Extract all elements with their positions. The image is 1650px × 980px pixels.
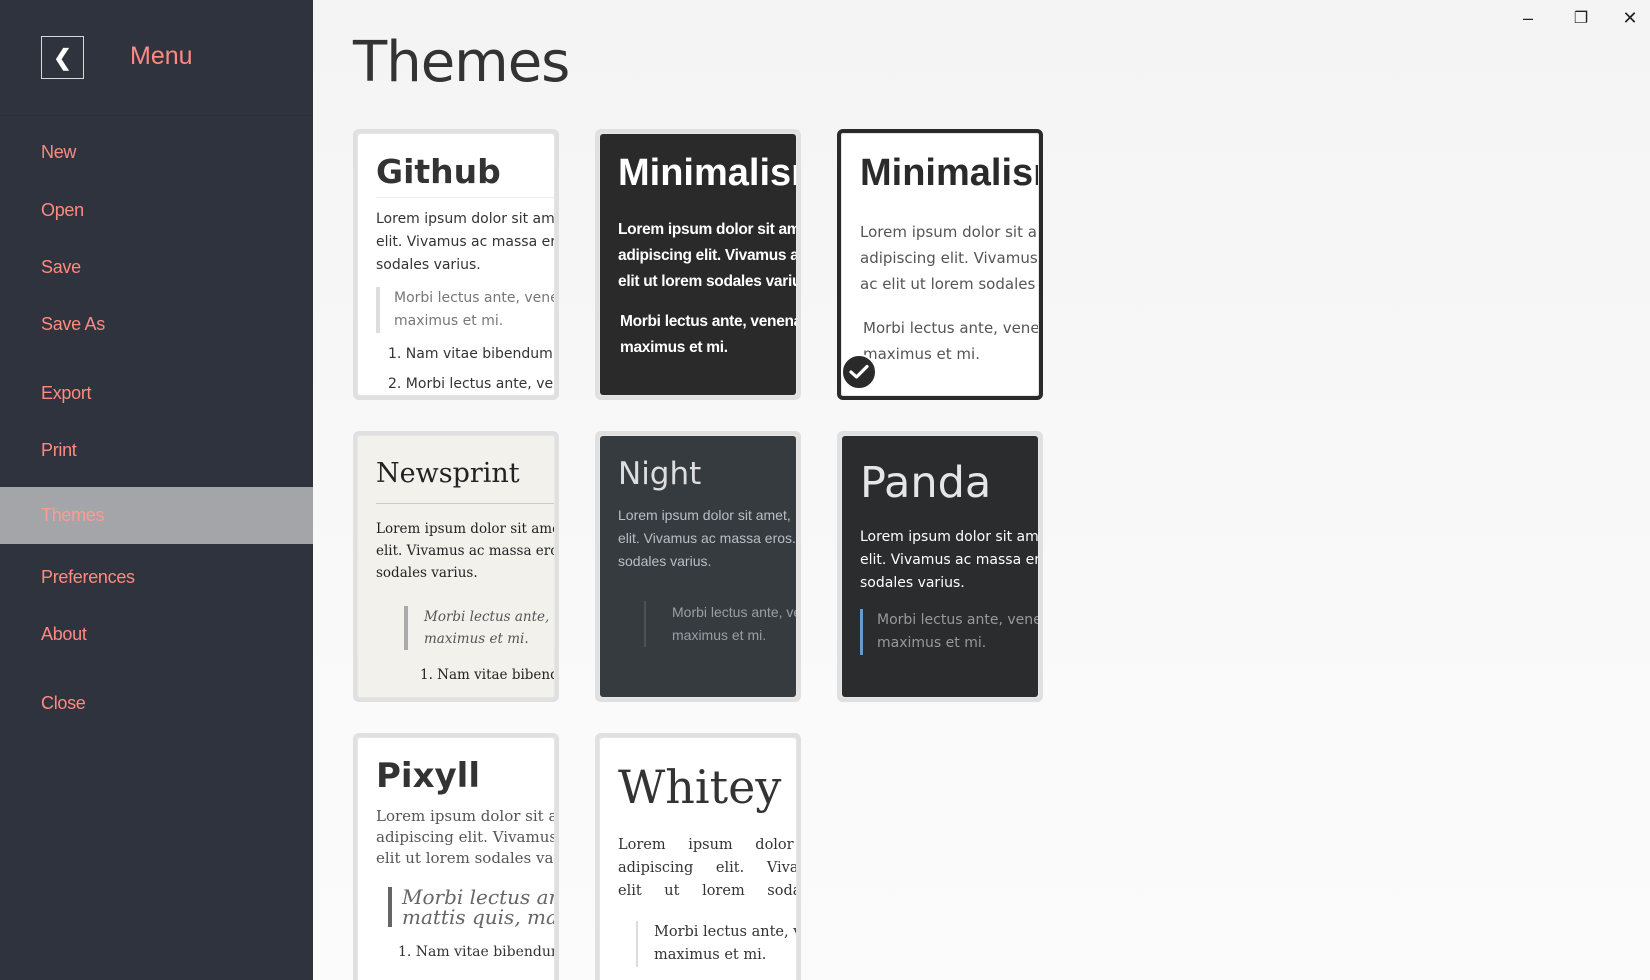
sidebar-item-preferences[interactable]: Preferences (0, 549, 313, 606)
theme-card-newsprint[interactable]: Newsprint Lorem ipsum dolor sit amet, el… (353, 431, 559, 702)
theme-sample-quote: Morbi lectus ante, venenatis maximus et … (636, 921, 796, 967)
theme-title: Whitey (618, 760, 782, 814)
theme-card-whitey[interactable]: Whitey Lorem ipsum dolor adipiscing elit… (595, 733, 801, 980)
sidebar-item-export[interactable]: Export (0, 365, 313, 422)
theme-sample-text: Lorem ipsum dolor sit amet, adipiscing e… (618, 221, 796, 290)
theme-sample-text: Lorem ipsum dolor sit amet, elit. Vivamu… (618, 507, 796, 569)
chevron-left-icon: ❮ (53, 44, 72, 70)
theme-sample-text: Lorem ipsum dolor sit amet, adipiscing e… (860, 223, 1038, 293)
theme-sample-quote: Morbi lectus ante, venenatis maximus et … (644, 601, 796, 647)
theme-sample-text: Lorem ipsum dolor sit amet, elit. Vivamu… (860, 529, 1038, 591)
theme-title: Newsprint (376, 454, 554, 504)
sidebar-item-save[interactable]: Save (0, 239, 313, 296)
sidebar-item-about[interactable]: About (0, 606, 313, 663)
theme-sample-quote: Morbi lectus ante, venenatis maximus et … (404, 606, 554, 650)
sidebar: ❮ Menu New Open Save Save As Export Prin… (0, 0, 313, 980)
theme-sample-text: Lorem ipsum dolor adipiscing elit. Vivam… (618, 837, 796, 899)
theme-sample-quote: Morbi lectus ante, venenatis maximus et … (863, 319, 1038, 363)
maximize-button[interactable]: ❐ (1561, 6, 1601, 30)
page-title: Themes (353, 30, 570, 95)
minimize-button[interactable]: – (1508, 6, 1548, 30)
theme-title: Minimalism (618, 152, 796, 194)
theme-title: Pixyll (376, 756, 480, 796)
restore-icon: ❐ (1573, 10, 1589, 27)
sidebar-item-new[interactable]: New (0, 124, 313, 181)
theme-sample-list: 1. Nam vitae bibendum (398, 944, 554, 960)
menu-title: Menu (130, 42, 193, 70)
close-window-button[interactable]: ✕ (1610, 6, 1650, 30)
sidebar-item-themes[interactable]: Themes (0, 487, 313, 544)
theme-sample-quote: Morbi lectus ante, venenatis maximus et … (860, 609, 1038, 655)
sidebar-header: ❮ Menu (0, 0, 313, 116)
minimize-icon: – (1522, 7, 1533, 28)
theme-sample-text: Lorem ipsum dolor sit amet, elit. Vivamu… (376, 211, 554, 273)
theme-title: Panda (860, 458, 992, 508)
selected-check-icon (841, 354, 877, 390)
theme-sample-quote: Morbi lectus ante, venenatis maximus et … (376, 287, 554, 333)
theme-sample-list: 1. Nam vitae bibendum (420, 667, 554, 683)
back-button[interactable]: ❮ (41, 36, 84, 79)
theme-title: Night (618, 456, 702, 492)
theme-sample-text: Lorem ipsum dolor sit amet, adipiscing e… (376, 807, 554, 867)
theme-card-github[interactable]: Github Lorem ipsum dolor sit amet, elit.… (353, 129, 559, 400)
sidebar-item-open[interactable]: Open (0, 182, 313, 239)
sidebar-item-save-as[interactable]: Save As (0, 296, 313, 353)
theme-sample-quote: Morbi lectus ante, mattis quis, maximus (388, 887, 554, 927)
close-icon: ✕ (1622, 7, 1638, 28)
theme-sample-text: Lorem ipsum dolor sit amet, elit. Vivamu… (376, 521, 554, 581)
theme-title: Minimalism (860, 152, 1038, 194)
theme-card-minimalism-dark[interactable]: Minimalism Lorem ipsum dolor sit amet, a… (595, 129, 801, 400)
theme-sample-list: 1. Nam vitae bibendum dolor 2. Morbi lec… (388, 346, 554, 392)
sidebar-item-close[interactable]: Close (0, 675, 313, 732)
theme-title: Github (376, 152, 554, 198)
theme-card-pixyll[interactable]: Pixyll Lorem ipsum dolor sit amet, adipi… (353, 733, 559, 980)
theme-sample-quote: Morbi lectus ante, venenatis maximus et … (620, 313, 796, 356)
sidebar-item-print[interactable]: Print (0, 422, 313, 479)
theme-card-night[interactable]: Night Lorem ipsum dolor sit amet, elit. … (595, 431, 801, 702)
theme-card-panda[interactable]: Panda Lorem ipsum dolor sit amet, elit. … (837, 431, 1043, 702)
